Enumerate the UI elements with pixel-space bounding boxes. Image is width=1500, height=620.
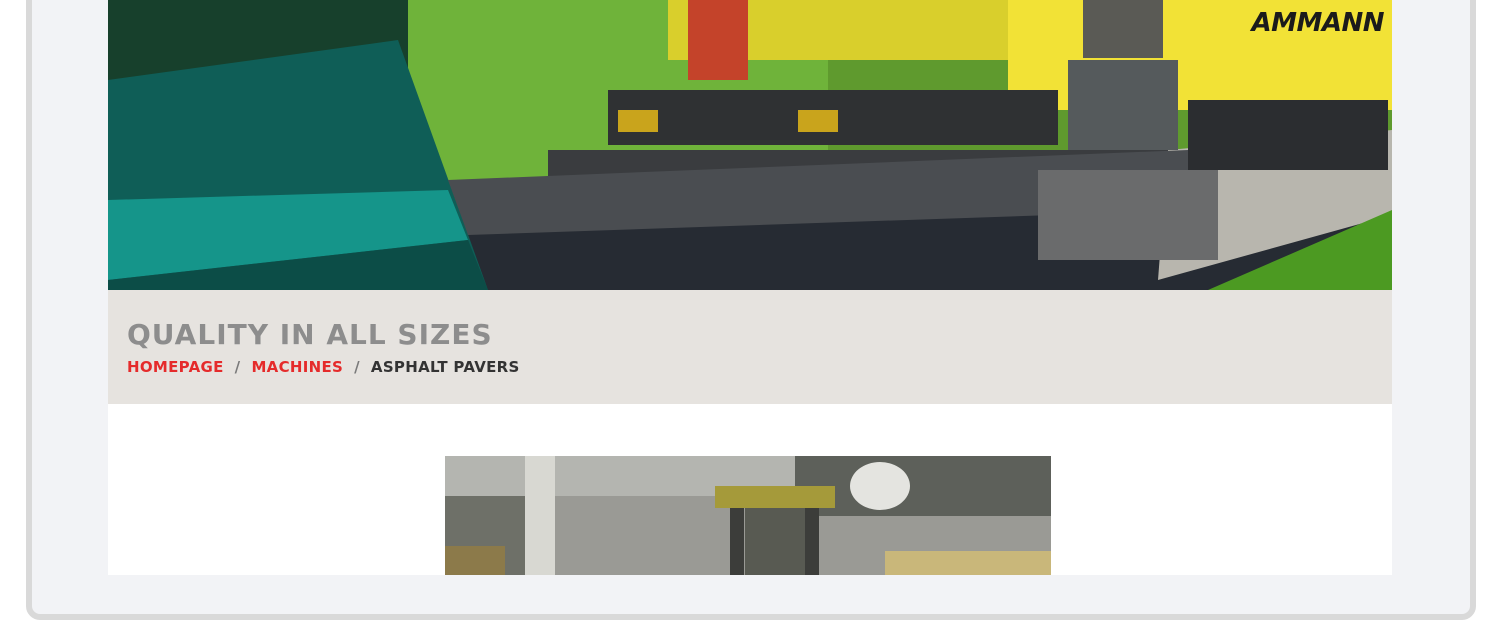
page-title-band: QUALITY IN ALL SIZES HOMEPAGE / MACHINES… bbox=[108, 290, 1392, 404]
breadcrumb: HOMEPAGE / MACHINES / ASPHALT PAVERS bbox=[127, 358, 520, 376]
page-viewport: AMMANN QUALITY IN ALL SIZES HOMEPAGE / M… bbox=[108, 0, 1392, 575]
breadcrumb-homepage-link[interactable]: HOMEPAGE bbox=[127, 358, 224, 376]
ammann-logo: AMMANN bbox=[1251, 8, 1384, 38]
hero-banner: AMMANN bbox=[108, 0, 1392, 290]
breadcrumb-separator: / bbox=[234, 358, 241, 376]
page-title: QUALITY IN ALL SIZES bbox=[127, 318, 493, 351]
breadcrumb-separator: / bbox=[354, 358, 360, 376]
breadcrumb-current-page: ASPHALT PAVERS bbox=[370, 358, 520, 376]
workshop-photo bbox=[445, 456, 1051, 575]
breadcrumb-machines-link[interactable]: MACHINES bbox=[251, 358, 343, 376]
hero-image bbox=[108, 0, 1392, 290]
content-image bbox=[445, 456, 1051, 575]
